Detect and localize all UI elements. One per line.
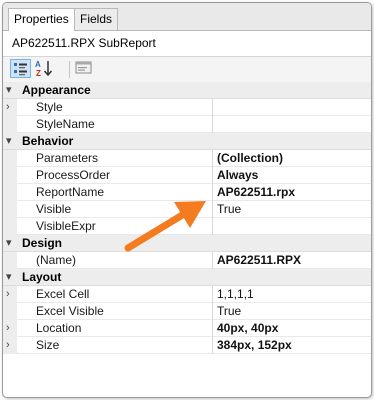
column-divider [212,337,213,354]
property-value[interactable]: True [217,202,241,217]
row-gutter [3,116,17,133]
property-value[interactable]: AP622511.RPX [217,253,301,268]
row-gutter [3,150,17,167]
category-label: Design [22,236,63,250]
property-row-size[interactable]: › Size 384px, 152px [3,337,371,354]
property-row-style[interactable]: › Style [3,99,371,116]
column-divider [212,218,213,235]
category-behavior[interactable]: ▾ Behavior [3,133,371,150]
property-name: Size [36,338,60,352]
property-row-parameters[interactable]: Parameters (Collection) [3,150,371,167]
row-gutter [3,218,17,235]
collapse-icon[interactable]: ▾ [6,271,12,284]
column-divider [212,252,213,269]
category-label: Layout [22,270,62,284]
property-name: ProcessOrder [36,168,111,182]
property-name: Excel Cell [36,287,90,301]
property-value[interactable]: AP622511.rpx [217,185,295,200]
property-name: StyleName [36,117,95,131]
property-value[interactable]: True [217,304,241,319]
property-row-processorder[interactable]: ProcessOrder Always [3,167,371,184]
column-divider [212,184,213,201]
property-pages-button[interactable] [74,59,95,78]
column-divider [212,286,213,303]
collapse-icon[interactable]: ▾ [6,84,12,97]
svg-text:Z: Z [36,69,41,78]
property-name: Visible [36,202,72,216]
column-divider [212,320,213,337]
property-value[interactable]: 384px, 152px [217,338,292,353]
row-gutter: › [3,99,17,116]
categorized-icon [14,63,27,76]
row-gutter [3,252,17,269]
property-value[interactable]: 1,1,1,1 [217,287,254,302]
collapse-icon[interactable]: ▾ [6,135,12,148]
toolbar: A Z [3,56,371,83]
property-name: (Name) [36,253,77,267]
property-row-excel-cell[interactable]: › Excel Cell 1,1,1,1 [3,286,371,303]
property-row-stylename[interactable]: StyleName [3,116,371,133]
collapse-icon[interactable]: ▾ [6,237,12,250]
expand-icon[interactable]: › [6,288,10,301]
column-divider [212,150,213,167]
category-label: Appearance [22,83,91,97]
row-gutter: › [3,320,17,337]
property-value[interactable]: Always [217,168,258,183]
property-name: Style [36,100,63,114]
toolbar-separator [69,61,70,78]
tab-fields[interactable]: Fields [74,8,119,30]
tab-properties[interactable]: Properties [8,8,75,31]
row-gutter: › [3,286,17,303]
object-title: AP622511.RPX SubReport [12,36,156,50]
categorized-button[interactable] [10,59,31,78]
tab-bar: Properties Fields [3,3,371,31]
column-divider [212,99,213,116]
expand-icon[interactable]: › [6,322,10,335]
category-appearance[interactable]: ▾ Appearance [3,82,371,99]
category-label: Behavior [22,134,74,148]
expand-icon[interactable]: › [6,101,10,114]
property-name: VisibleExpr [36,219,96,233]
property-name: Location [36,321,82,335]
column-divider [212,167,213,184]
row-gutter: › [3,337,17,354]
property-pages-icon [75,61,92,74]
alphabetical-sort-icon: A Z [35,60,53,78]
category-layout[interactable]: ▾ Layout [3,269,371,286]
property-name: Excel Visible [36,304,104,318]
column-divider [212,303,213,320]
svg-text:A: A [35,60,41,69]
column-divider [212,116,213,133]
row-gutter [3,201,17,218]
property-value[interactable]: (Collection) [217,151,283,166]
property-row-excel-visible[interactable]: Excel Visible True [3,303,371,320]
row-gutter [3,184,17,201]
alphabetical-button[interactable]: A Z [34,59,55,78]
row-gutter [3,167,17,184]
property-value[interactable]: 40px, 40px [217,321,278,336]
property-name: ReportName [36,185,105,199]
column-divider [212,201,213,218]
property-row-location[interactable]: › Location 40px, 40px [3,320,371,337]
expand-icon[interactable]: › [6,339,10,352]
arrow-icon [124,201,206,252]
property-name: Parameters [36,151,99,165]
row-gutter [3,303,17,320]
